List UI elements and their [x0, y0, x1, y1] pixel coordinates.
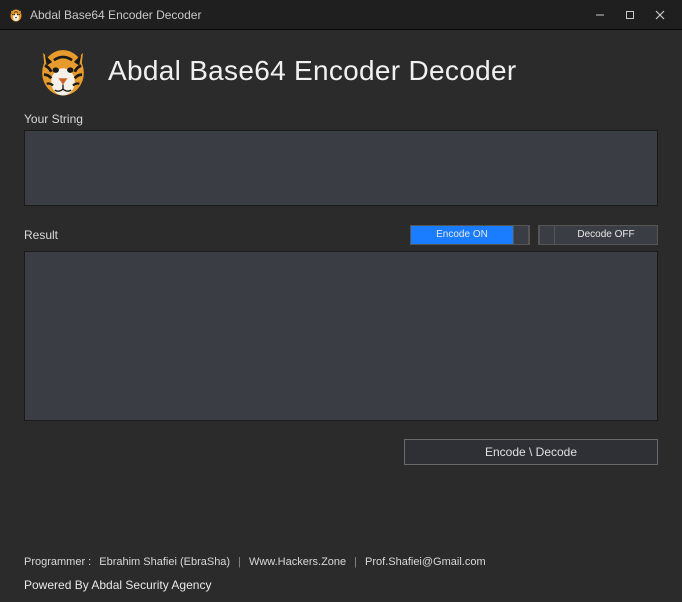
separator-icon: | — [238, 556, 241, 568]
your-string-label: Your String — [24, 112, 658, 126]
action-row: Encode \ Decode — [24, 439, 658, 465]
titlebar[interactable]: Abdal Base64 Encoder Decoder — [0, 0, 682, 30]
website-link[interactable]: Www.Hackers.Zone — [249, 556, 346, 568]
toggle-group: Encode ON Decode OFF — [410, 225, 658, 245]
decode-toggle-label: Decode OFF — [555, 226, 657, 244]
main-content: Abdal Base64 Encoder Decoder Your String… — [0, 30, 682, 602]
tiger-icon — [8, 7, 24, 23]
window-title: Abdal Base64 Encoder Decoder — [30, 8, 586, 22]
email-link[interactable]: Prof.Shafiei@Gmail.com — [365, 556, 486, 568]
window-controls — [586, 5, 674, 25]
toggle-handle-icon — [539, 226, 555, 244]
encode-toggle[interactable]: Encode ON — [410, 225, 530, 245]
toggle-handle-icon — [513, 226, 529, 244]
decode-toggle[interactable]: Decode OFF — [538, 225, 658, 245]
footer-credits: Programmer : Ebrahim Shafiei (EbraSha) |… — [24, 556, 658, 568]
encode-toggle-label: Encode ON — [411, 226, 513, 244]
your-string-section: Your String — [24, 112, 658, 211]
programmer-name: Ebrahim Shafiei (EbraSha) — [99, 556, 230, 568]
encode-decode-button[interactable]: Encode \ Decode — [404, 439, 658, 465]
result-label: Result — [24, 228, 104, 242]
footer: Programmer : Ebrahim Shafiei (EbraSha) |… — [24, 540, 658, 592]
your-string-input[interactable] — [24, 130, 658, 206]
result-output[interactable] — [24, 251, 658, 421]
minimize-button[interactable] — [586, 5, 614, 25]
header: Abdal Base64 Encoder Decoder — [24, 36, 658, 110]
maximize-button[interactable] — [616, 5, 644, 25]
powered-by: Powered By Abdal Security Agency — [24, 578, 658, 592]
app-title: Abdal Base64 Encoder Decoder — [108, 55, 516, 87]
separator-icon: | — [354, 556, 357, 568]
programmer-label: Programmer : — [24, 556, 91, 568]
tiger-icon — [34, 42, 92, 100]
close-button[interactable] — [646, 5, 674, 25]
result-header-row: Result Encode ON Decode OFF — [24, 225, 658, 245]
